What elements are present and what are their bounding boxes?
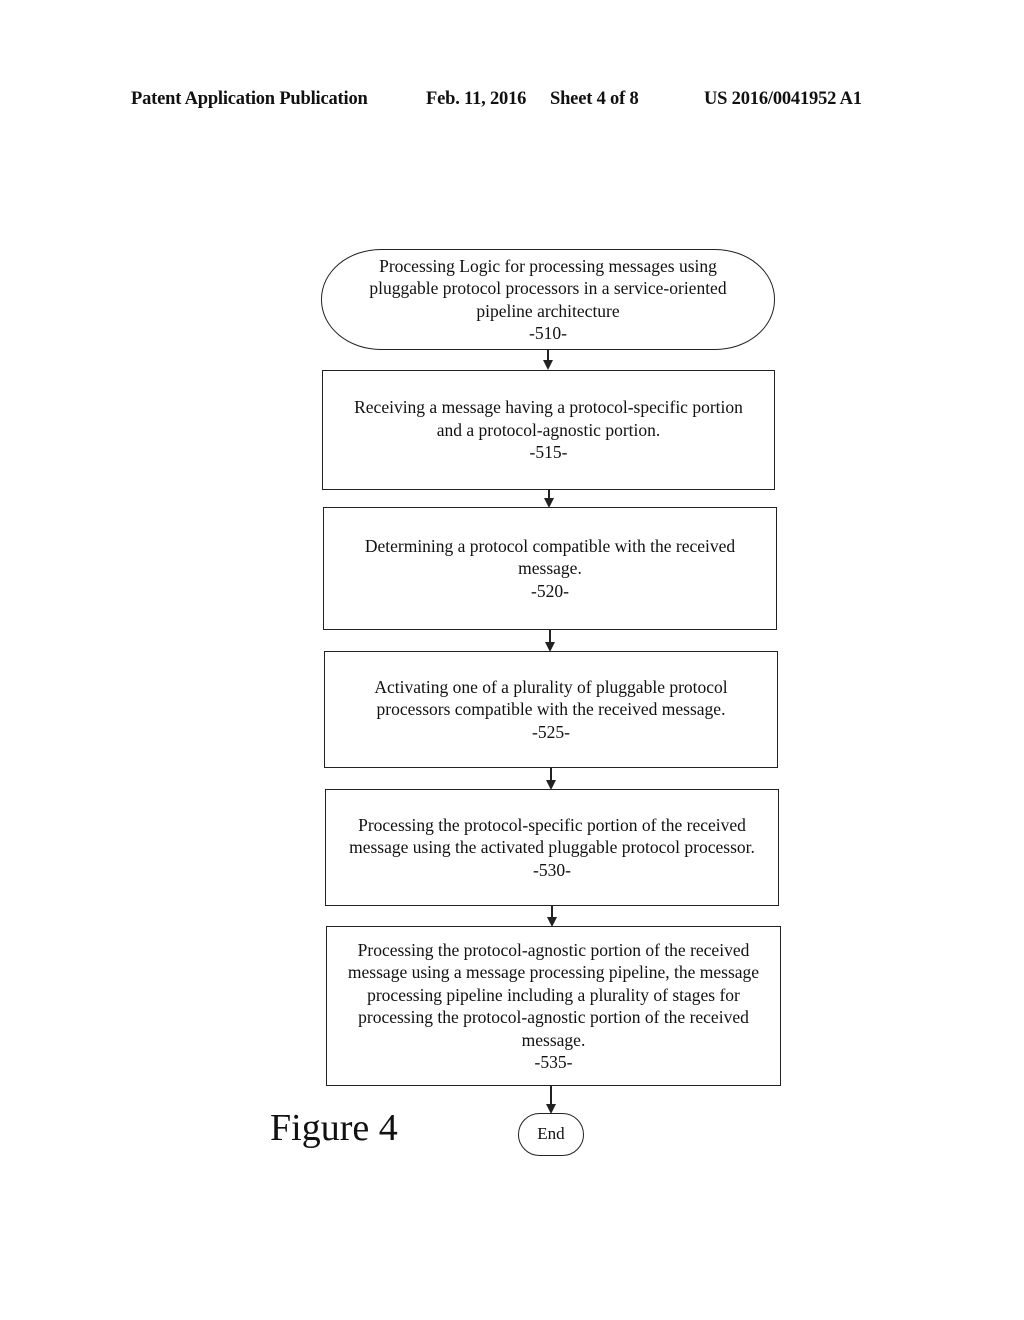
node-text: Determining a protocol compatible with t… (364, 535, 736, 579)
end-terminal: End (518, 1113, 584, 1156)
node-text: Processing Logic for processing messages… (369, 255, 727, 321)
node-text: End (537, 1124, 565, 1144)
publication-date: Feb. 11, 2016 (426, 89, 527, 109)
node-ref: -515- (529, 442, 568, 463)
process-step-520: Determining a protocol compatible with t… (323, 507, 777, 630)
node-ref: -535- (534, 1052, 573, 1072)
publication-label: Patent Application Publication (131, 89, 368, 109)
node-ref: -525- (532, 721, 570, 742)
process-step-525: Activating one of a plurality of pluggab… (324, 651, 778, 768)
node-ref: -520- (531, 580, 569, 601)
process-step-515: Receiving a message having a protocol-sp… (322, 370, 775, 490)
start-terminal-510: Processing Logic for processing messages… (321, 249, 775, 350)
node-text: Activating one of a plurality of pluggab… (374, 676, 728, 720)
process-step-530: Processing the protocol-specific portion… (325, 789, 779, 906)
node-text: Receiving a message having a protocol-sp… (354, 397, 743, 440)
sheet-number: Sheet 4 of 8 (550, 89, 639, 109)
node-text: Processing the protocol-specific portion… (349, 814, 755, 858)
patent-number: US 2016/0041952 A1 (704, 89, 862, 109)
node-text: Processing the protocol-agnostic portion… (347, 939, 760, 1050)
node-ref: -530- (533, 859, 571, 880)
process-step-535: Processing the protocol-agnostic portion… (326, 926, 781, 1086)
figure-label: Figure 4 (270, 1107, 398, 1149)
node-ref: -510- (529, 323, 567, 343)
